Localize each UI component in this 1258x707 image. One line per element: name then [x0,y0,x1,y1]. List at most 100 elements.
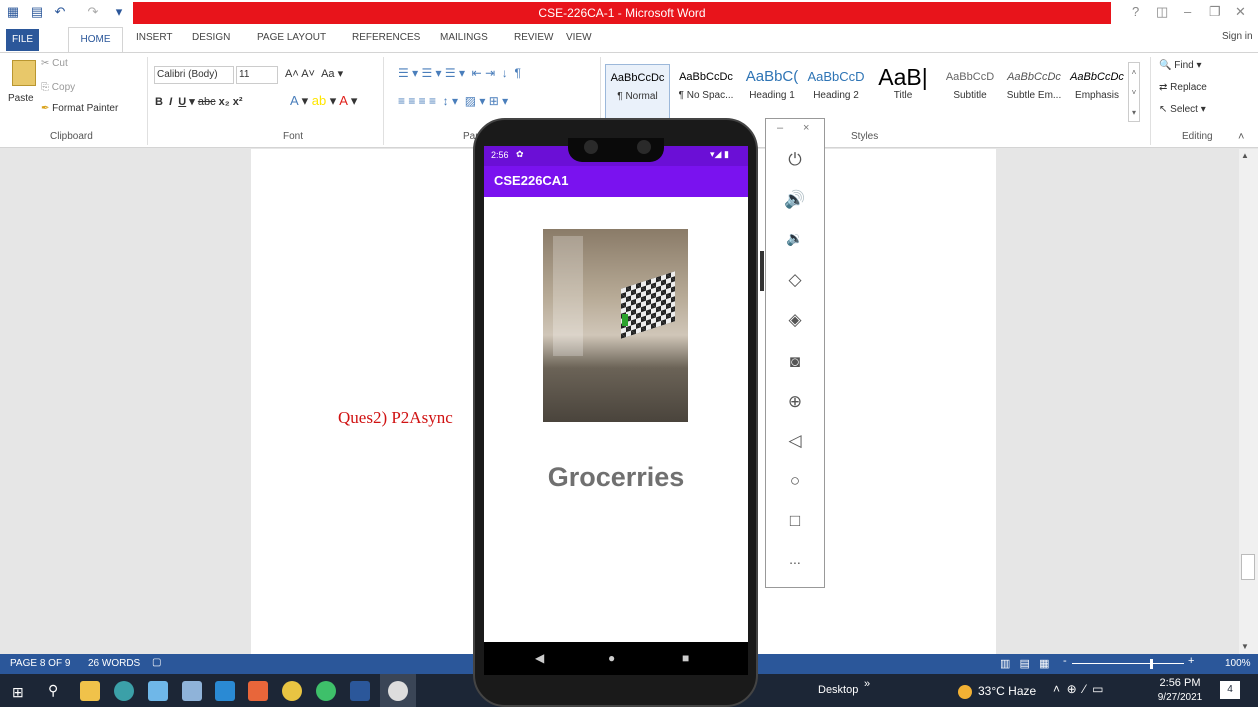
paste-icon[interactable] [12,60,36,86]
save-icon[interactable]: ▤ [30,5,44,19]
edge-icon[interactable] [114,681,134,701]
volume-down-icon[interactable]: 🔉 [765,230,825,247]
notification-icon[interactable]: 4 [1220,681,1240,699]
back-icon[interactable]: ◁ [765,431,825,451]
tab-view[interactable]: VIEW [566,32,592,43]
power-icon[interactable]: ⏻ [765,150,825,170]
zoom-slider[interactable] [1072,663,1184,664]
toolbar-expand-icon[interactable]: » [864,678,870,690]
zoom-out-button[interactable]: - [1063,655,1067,667]
style-name: ¶ No Spac... [678,90,734,101]
align-buttons[interactable]: ≡ ≡ ≡ ≡ ↕ ▾ ▨ ▾ ⊞ ▾ [398,94,508,108]
style-emphasis[interactable]: AaBbCcDc Emphasis [1068,64,1126,120]
tab-mailings[interactable]: MAILINGS [440,32,488,43]
find-button[interactable]: 🔍 Find ▾ [1159,60,1202,71]
clock-date[interactable]: 9/27/2021 [1156,692,1204,703]
zoom-level[interactable]: 100% [1225,658,1251,669]
minimize-button[interactable]: – [1184,4,1191,19]
select-button[interactable]: ↖ Select ▾ [1159,104,1206,115]
windows-start-icon[interactable]: ⊞ [12,684,24,701]
paste-button[interactable]: Paste [8,93,34,104]
style-subtle-emphasis[interactable]: AaBbCcDc Subtle Em... [1001,64,1067,120]
emulator-close[interactable]: × [803,122,809,134]
redo-icon[interactable]: ↷ [86,5,100,19]
replace-button[interactable]: ⇄ Replace [1159,82,1207,93]
emulator-taskbar-icon[interactable] [388,681,408,701]
rotate-right-icon[interactable]: ◈ [765,310,825,330]
style-no-spacing[interactable]: AaBbCcDc ¶ No Spac... [673,64,739,120]
more-icon[interactable]: ... [765,551,825,567]
ribbon-options-icon[interactable]: ◫ [1156,4,1168,20]
close-button[interactable]: ✕ [1235,4,1246,20]
clock-time[interactable]: 2:56 PM [1156,677,1204,689]
vscode-icon[interactable] [215,681,235,701]
zoom-icon[interactable]: ⊕ [765,392,825,412]
page-count[interactable]: PAGE 8 OF 9 [10,658,70,669]
undo-icon[interactable]: ↶ [53,5,67,19]
scroll-down-icon[interactable]: ▼ [1241,642,1249,651]
paint-icon[interactable] [148,681,168,701]
home-nav-icon[interactable]: ● [608,651,615,665]
xampp-icon[interactable] [248,681,268,701]
chrome-icon[interactable] [282,681,302,701]
style-heading-1[interactable]: AaBbC( Heading 1 [741,64,803,120]
tab-page-layout[interactable]: PAGE LAYOUT [257,32,326,43]
replace-icon: ⇄ [1159,82,1168,93]
view-buttons[interactable]: ▥ ▤ ▦ [1000,657,1050,670]
android-studio-icon[interactable] [316,681,336,701]
word-count[interactable]: 26 WORDS [88,658,140,669]
tab-home[interactable]: HOME [68,27,123,53]
word-taskbar-icon[interactable] [350,681,370,701]
restore-button[interactable]: ❐ [1209,4,1221,20]
rotate-left-icon[interactable]: ◇ [765,270,825,290]
app-icon[interactable] [182,681,202,701]
search-icon[interactable]: ⚲ [48,682,58,699]
format-painter-label: Format Painter [52,103,119,114]
volume-up-icon[interactable]: 🔊 [765,190,825,210]
recents-nav-icon[interactable]: ■ [682,651,689,665]
copy-label: Copy [51,82,76,93]
desktop-toolbar[interactable]: Desktop [818,684,858,696]
cut-button[interactable]: ✂ Cut [41,58,68,69]
font-size-buttons[interactable]: A˄ A˅ Aa ▾ [285,67,343,80]
emulator-minimize[interactable]: – [777,122,783,134]
scroll-up-icon[interactable]: ▲ [1241,151,1249,160]
file-explorer-icon[interactable] [80,681,100,701]
tray-icons[interactable]: ˄ ⊕ ⁄ ▭ [1053,682,1103,696]
help-button[interactable]: ? [1132,4,1139,19]
style-normal[interactable]: AaBbCcDc ¶ Normal [605,64,670,120]
list-buttons[interactable]: ☰ ▾ ☰ ▾ ☰ ▾ ⇤ ⇥ ↓ ¶ [398,66,521,80]
style-name: Subtitle [953,90,987,101]
tab-review[interactable]: REVIEW [514,32,553,43]
home-icon[interactable]: ○ [765,471,825,491]
font-color-buttons[interactable]: A ▾ ab ▾ A ▾ [290,93,357,109]
style-name: Subtle Em... [1006,90,1062,101]
copy-button[interactable]: ⎘ Copy [41,82,75,93]
weather-text[interactable]: 33°C Haze [978,684,1036,698]
scroll-thumb[interactable] [1241,554,1255,580]
style-name: Heading 1 [749,90,795,101]
tab-references[interactable]: REFERENCES [352,32,420,43]
proofing-icon[interactable]: ▢ [152,657,161,668]
font-format-buttons[interactable]: B I U ▾ abc x₂ x² [155,95,243,108]
customize-toolbar-icon[interactable]: ▾ [112,5,126,19]
window-title: CSE-226CA-1 - Microsoft Word [133,2,1111,24]
tab-insert[interactable]: INSERT [136,32,173,43]
screenshot-icon[interactable]: ◙ [765,352,825,372]
style-heading-2[interactable]: AaBbCcD Heading 2 [805,64,867,120]
back-nav-icon[interactable]: ◀ [535,651,544,665]
collapse-ribbon-icon[interactable]: ˄ [1238,131,1244,143]
styles-scroll[interactable]: ˄ ˅ ▾ [1128,62,1140,122]
tab-design[interactable]: DESIGN [192,32,230,43]
style-title[interactable]: AaB| Title [869,64,937,120]
font-name-select[interactable]: Calibri (Body) [154,66,234,84]
style-sample: AaBbC( [745,68,799,85]
format-painter-button[interactable]: ✒ Format Painter [41,103,118,114]
zoom-in-button[interactable]: + [1188,655,1194,667]
overview-icon[interactable]: □ [765,511,825,531]
style-subtitle[interactable]: AaBbCcD Subtitle [939,64,1001,120]
tab-file[interactable]: FILE [6,29,39,51]
font-size-select[interactable]: 11 [236,66,278,84]
zoom-slider-thumb[interactable] [1150,659,1153,669]
sign-in-link[interactable]: Sign in [1222,31,1253,42]
